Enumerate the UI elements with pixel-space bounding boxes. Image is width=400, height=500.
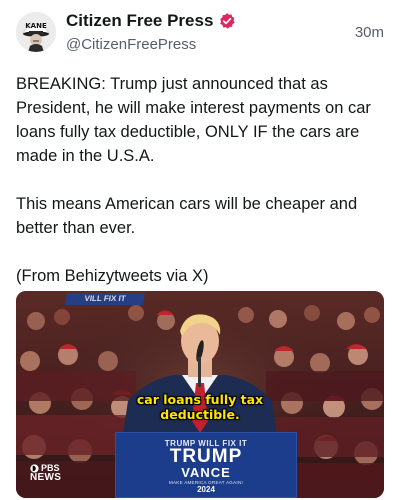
post-text: BREAKING: Trump just announced that as P…: [16, 72, 388, 312]
podium-year: 2024: [197, 485, 215, 494]
video-thumbnail[interactable]: VILL FIX IT car loans fully tax deductib…: [16, 291, 384, 498]
avatar-text: KANE: [25, 22, 47, 30]
video-caption: car loans fully tax deductible.: [16, 392, 384, 422]
caption-line: car loans fully tax: [136, 392, 264, 407]
author-handle[interactable]: @CitizenFreePress: [66, 36, 196, 53]
podium-sign: TRUMP WILL FIX IT TRUMP VANCE MAKE AMERI…: [115, 432, 297, 498]
post-paragraph: (From Behizytweets via X): [16, 267, 209, 285]
caption-line: deductible.: [160, 407, 240, 422]
post-paragraph: BREAKING: Trump just announced that as P…: [16, 75, 371, 165]
verified-badge-icon: [218, 12, 236, 30]
podium-name-1: TRUMP: [169, 446, 243, 467]
timestamp[interactable]: 30m: [355, 24, 384, 41]
podium-name-2: VANCE: [181, 465, 231, 480]
avatar-image: KANE: [16, 12, 56, 52]
post-card[interactable]: KANE Citizen Free Press @CitizenFreePres…: [0, 0, 400, 500]
network-logo-bottom: NEWS: [30, 472, 62, 483]
author-name[interactable]: Citizen Free Press: [66, 11, 213, 31]
avatar[interactable]: KANE: [16, 12, 56, 52]
post-paragraph: This means American cars will be cheaper…: [16, 195, 358, 237]
network-logo: PBS NEWS: [30, 463, 61, 483]
background-sign: VILL FIX IT: [65, 293, 145, 305]
